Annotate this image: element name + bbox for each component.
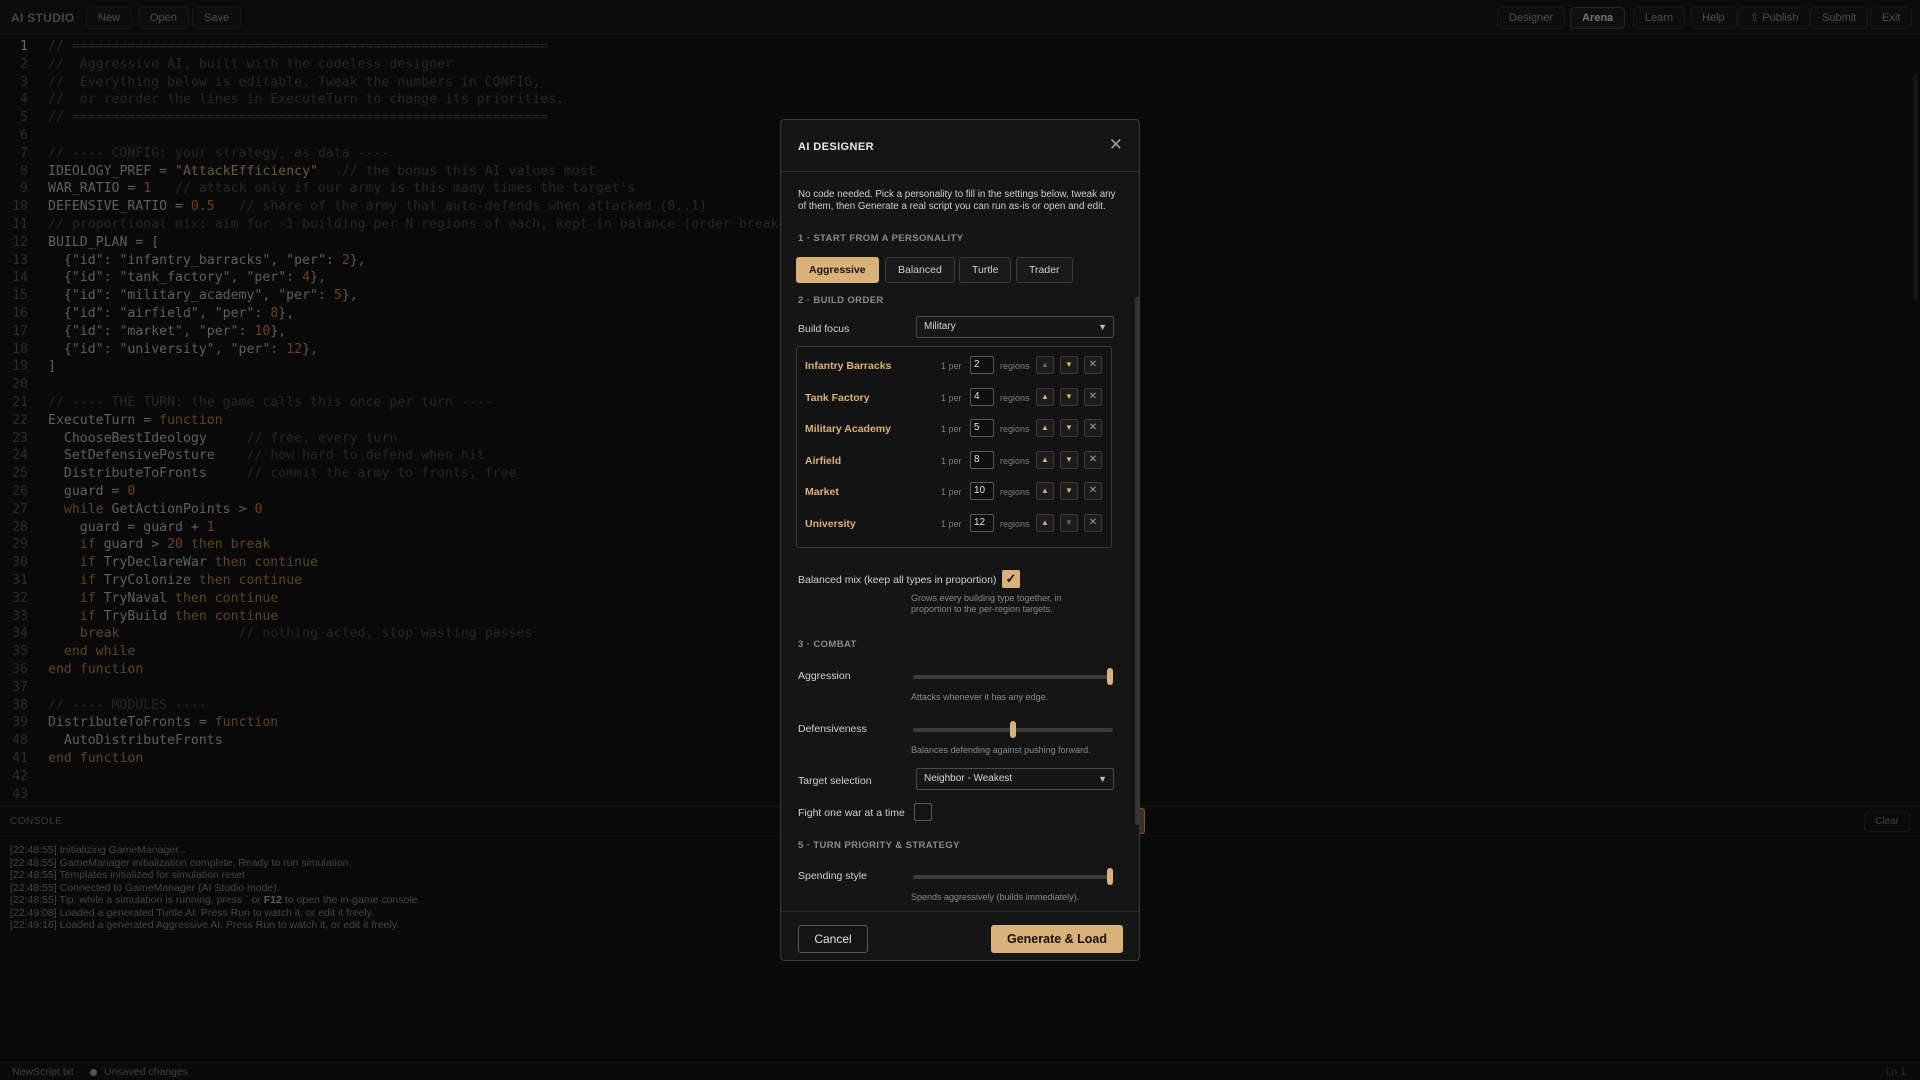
chevron-down-icon: ▼ (1098, 774, 1107, 784)
defensiveness-slider[interactable] (913, 721, 1113, 738)
building-name: Airfield (805, 454, 842, 467)
build-focus-select[interactable]: Military ▼ (916, 316, 1114, 338)
per-label: 1 per (941, 518, 962, 529)
regions-label: regions (1000, 424, 1030, 434)
remove-icon[interactable]: ✕ (1084, 356, 1102, 374)
remove-icon[interactable]: ✕ (1084, 482, 1102, 500)
per-label: 1 per (941, 455, 962, 466)
arrow-down-icon[interactable]: ▼ (1060, 482, 1078, 500)
per-label: 1 per (941, 487, 962, 497)
build-order-row: Tank Factory 1 per 4 regions ▲ ▼ ✕ (797, 382, 1113, 414)
defensiveness-help: Balances defending against pushing forwa… (911, 745, 1091, 755)
per-region-input[interactable]: 5 (970, 419, 994, 437)
arrow-up-icon[interactable]: ▲ (1036, 356, 1054, 374)
target-selection-label: Target selection (798, 775, 872, 787)
dialog-intro: No code needed. Pick a personality to fi… (798, 189, 1116, 212)
building-name: Infantry Barracks (805, 360, 892, 372)
section-turn-priority: 5 · TURN PRIORITY & STRATEGY (798, 840, 960, 851)
arrow-up-icon[interactable]: ▲ (1036, 513, 1054, 532)
one-war-label: Fight one war at a time (798, 807, 905, 819)
personality-balanced[interactable]: Balanced (885, 257, 955, 283)
per-region-input[interactable]: 10 (970, 482, 994, 500)
chevron-down-icon: ▼ (1098, 322, 1107, 332)
dialog-header: AI DESIGNER ✕ (781, 120, 1139, 172)
defensiveness-label: Defensiveness (798, 723, 867, 735)
remove-icon[interactable]: ✕ (1084, 419, 1102, 437)
one-war-checkbox[interactable] (914, 803, 932, 821)
build-order-row: Military Academy 1 per 5 regions ▲ ▼ ✕ (797, 413, 1113, 445)
balanced-mix-help: Grows every building type together, in p… (911, 593, 1062, 614)
building-name: Military Academy (805, 423, 891, 435)
arrow-down-icon[interactable]: ▼ (1060, 450, 1078, 469)
per-region-input[interactable]: 8 (970, 450, 994, 469)
arrow-up-icon[interactable]: ▲ (1036, 387, 1054, 406)
regions-label: regions (1000, 518, 1030, 529)
target-selection-select[interactable]: Neighbor - Weakest ▼ (916, 768, 1114, 790)
remove-icon[interactable]: ✕ (1084, 450, 1102, 469)
dialog-scrollbar[interactable] (1135, 297, 1139, 825)
building-name: University (805, 517, 856, 530)
build-order-row: Market 1 per 10 regions ▲ ▼ ✕ (797, 476, 1113, 508)
build-focus-value: Military (924, 321, 956, 332)
spending-style-label: Spending style (798, 870, 867, 882)
build-focus-label: Build focus (798, 323, 850, 335)
balanced-mix-checkbox[interactable]: ✓ (1002, 570, 1020, 588)
spending-style-slider[interactable] (913, 868, 1113, 885)
section-build-order: 2 · BUILD ORDER (798, 295, 884, 306)
generate-load-button[interactable]: Generate & Load (991, 925, 1123, 953)
building-name: Market (805, 486, 839, 498)
balanced-mix-label: Balanced mix (keep all types in proporti… (798, 574, 997, 586)
regions-label: regions (1000, 361, 1030, 371)
cancel-button[interactable]: Cancel (798, 925, 868, 953)
dialog-footer: Cancel Generate & Load (781, 911, 1139, 960)
per-region-input[interactable]: 4 (970, 387, 994, 406)
arrow-up-icon[interactable]: ▲ (1036, 482, 1054, 500)
per-region-input[interactable]: 2 (970, 356, 994, 374)
section-personality: 1 · START FROM A PERSONALITY (798, 233, 964, 244)
build-order-row: Airfield 1 per 8 regions ▲ ▼ ✕ (797, 445, 1113, 477)
aggression-slider-thumb[interactable] (1107, 668, 1113, 685)
close-icon[interactable]: ✕ (1109, 135, 1123, 155)
personality-turtle[interactable]: Turtle (959, 257, 1012, 283)
regions-label: regions (1000, 455, 1030, 466)
per-label: 1 per (941, 424, 962, 434)
aggression-slider[interactable] (913, 668, 1113, 685)
regions-label: regions (1000, 487, 1030, 497)
defensiveness-slider-thumb[interactable] (1010, 721, 1016, 738)
arrow-up-icon[interactable]: ▲ (1036, 419, 1054, 437)
check-icon: ✓ (1005, 571, 1017, 586)
dialog-title: AI DESIGNER (798, 141, 874, 153)
regions-label: regions (1000, 392, 1030, 403)
target-selection-value: Neighbor - Weakest (924, 773, 1013, 784)
section-combat: 3 · COMBAT (798, 639, 857, 650)
arrow-up-icon[interactable]: ▲ (1036, 450, 1054, 469)
build-order-list: Infantry Barracks 1 per 2 regions ▲ ▼ ✕ Tank Fa… (796, 346, 1112, 548)
per-region-input[interactable]: 12 (970, 513, 994, 532)
arrow-down-icon[interactable]: ▼ (1060, 387, 1078, 406)
aggression-help: Attacks whenever it has any edge. (911, 692, 1049, 702)
building-name: Tank Factory (805, 391, 870, 404)
personality-trader[interactable]: Trader (1016, 257, 1073, 283)
build-order-row: University 1 per 12 regions ▲ ▼ ✕ (797, 508, 1113, 540)
remove-icon[interactable]: ✕ (1084, 387, 1102, 406)
arrow-down-icon[interactable]: ▼ (1060, 356, 1078, 374)
ai-designer-dialog: AI DESIGNER ✕ No code needed. Pick a per… (780, 119, 1140, 961)
build-order-row: Infantry Barracks 1 per 2 regions ▲ ▼ ✕ (797, 350, 1113, 382)
per-label: 1 per (941, 392, 962, 403)
dialog-body[interactable]: No code needed. Pick a personality to fi… (781, 173, 1139, 911)
arrow-down-icon[interactable]: ▼ (1060, 419, 1078, 437)
personality-aggressive[interactable]: Aggressive (796, 257, 879, 283)
spending-style-help: Spends aggressively (builds immediately)… (911, 892, 1080, 902)
aggression-label: Aggression (798, 670, 851, 682)
remove-icon[interactable]: ✕ (1084, 513, 1102, 532)
spending-style-slider-thumb[interactable] (1107, 868, 1113, 885)
arrow-down-icon[interactable]: ▼ (1060, 513, 1078, 532)
per-label: 1 per (941, 361, 962, 371)
